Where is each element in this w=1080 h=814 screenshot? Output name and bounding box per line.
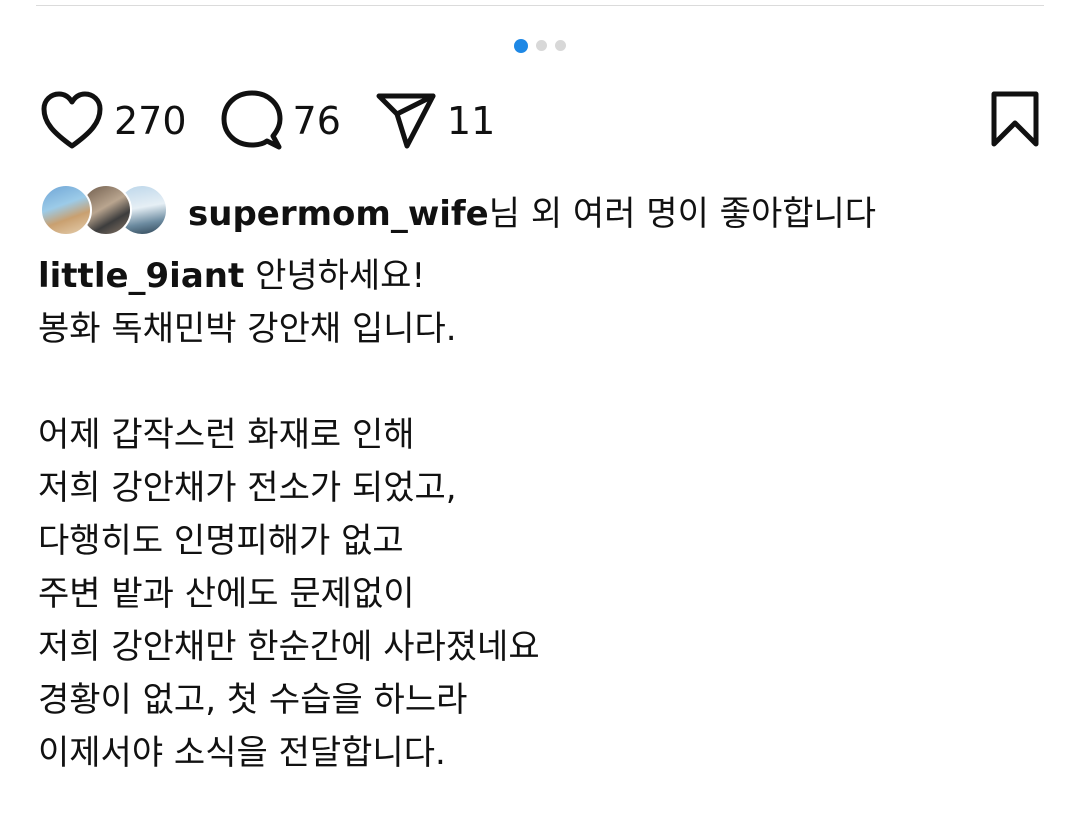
comment-count: 76	[292, 99, 341, 143]
post-caption: little_9iant 안녕하세요! 봉화 독채민박 강안채 입니다. 어제 …	[38, 250, 1044, 780]
caption-line: 어제 갑작스런 화재로 인해	[38, 415, 415, 455]
share-button[interactable]: 11	[375, 92, 495, 150]
share-count: 11	[446, 99, 496, 143]
caption-first-line: little_9iant 안녕하세요!	[38, 250, 1044, 303]
bookmark-button[interactable]	[990, 90, 1040, 152]
caption-line: 이제서야 소식을 전달합니다.	[38, 733, 446, 773]
like-button[interactable]: 270	[40, 91, 187, 151]
liker-avatars	[40, 184, 168, 236]
avatar	[40, 184, 92, 236]
caption-line: 봉화 독채민박 강안채 입니다.	[38, 309, 457, 349]
caption-line: 주변 밭과 산에도 문제없이	[38, 574, 415, 614]
liked-by-text: supermom_wife님 외 여러 명이 좋아합니다	[188, 186, 876, 235]
heart-icon	[40, 91, 104, 151]
carousel-dot-active	[514, 39, 528, 53]
comment-bubble-icon	[221, 90, 283, 152]
caption-line	[38, 356, 1044, 409]
caption-line: 경황이 없고, 첫 수습을 하느라	[38, 680, 468, 720]
caption-line: 저희 강안채가 전소가 되었고,	[38, 468, 457, 508]
caption-author[interactable]: little_9iant	[38, 256, 244, 296]
comment-button[interactable]: 76	[221, 90, 341, 152]
bookmark-icon	[990, 91, 1040, 152]
post-actions-bar: 270 76 11	[40, 88, 1040, 154]
like-count: 270	[114, 99, 187, 143]
caption-text: 안녕하세요!	[255, 256, 426, 296]
carousel-dot	[536, 40, 547, 51]
liker-username[interactable]: supermom_wife	[188, 194, 489, 234]
caption-line: 저희 강안채만 한순간에 사라졌네요	[38, 627, 540, 667]
top-divider	[36, 5, 1044, 6]
send-paper-plane-icon	[375, 92, 437, 150]
caption-line: 다행히도 인명피해가 없고	[38, 521, 404, 561]
liked-by-suffix: 님 외 여러 명이 좋아합니다	[488, 193, 877, 234]
carousel-indicator	[0, 39, 1080, 53]
carousel-dot	[555, 40, 566, 51]
liked-by-row[interactable]: supermom_wife님 외 여러 명이 좋아합니다	[40, 182, 876, 238]
